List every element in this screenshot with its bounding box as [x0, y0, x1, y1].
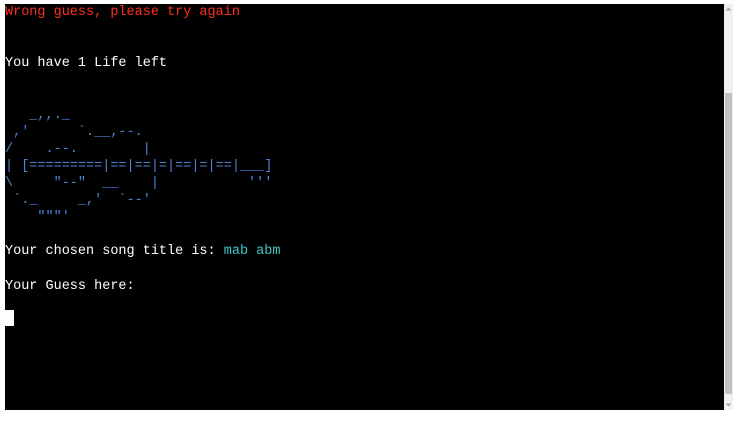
window-frame: Wrong guess, please try again You have 1… [0, 0, 733, 422]
scroll-down-arrow-icon[interactable] [724, 400, 733, 410]
guitar-art-line: \ "--" __ | ''' [5, 175, 273, 191]
scroll-up-arrow-icon[interactable] [724, 4, 733, 14]
terminal-screen[interactable]: Wrong guess, please try again You have 1… [5, 4, 724, 410]
guitar-art-line: | [=========|==|==|=|==|=|==|___] [5, 158, 273, 174]
song-title-label: Your chosen song title is: [5, 244, 224, 260]
guitar-art-line: """' [5, 210, 70, 226]
scrollbar-thumb[interactable] [725, 93, 732, 394]
guitar-art-line: _,,._ [5, 107, 70, 123]
lives-message: You have 1 Life left [5, 56, 168, 72]
guitar-art-line: `._ _,' `--' [5, 193, 151, 209]
guess-prompt: Your Guess here: [5, 278, 143, 294]
vertical-scrollbar[interactable] [724, 4, 733, 410]
error-message: Wrong guess, please try again [5, 5, 240, 20]
guitar-art-line: ,' `.__,--. [5, 124, 143, 140]
input-cursor[interactable] [5, 310, 14, 326]
guitar-art-line: / .--. | [5, 141, 151, 157]
song-title-line: Your chosen song title is: mab abm [5, 243, 280, 260]
terminal-output: Wrong guess, please try again You have 1… [5, 4, 280, 295]
song-title-value: mab abm [223, 244, 281, 260]
